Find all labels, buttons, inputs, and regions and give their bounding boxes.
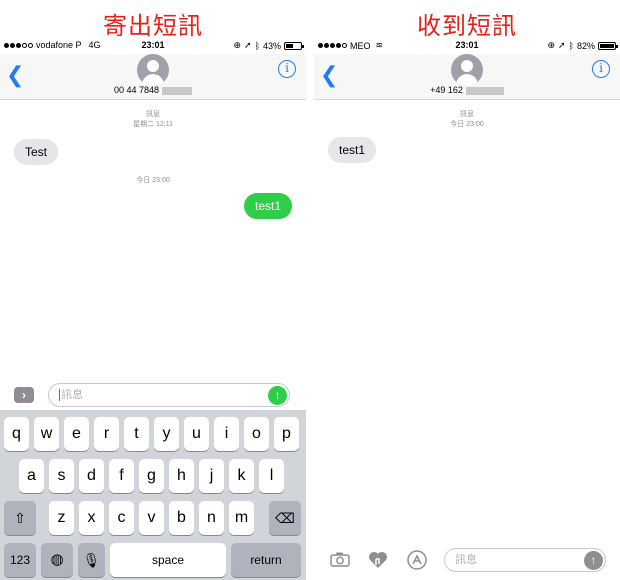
battery-percent: 43% <box>262 40 281 51</box>
key-z[interactable]: z <box>49 501 74 535</box>
bluetooth-icon: ᛒ <box>254 40 260 51</box>
timestamp-header: 訊息 今日 23:00 <box>314 110 620 130</box>
arrow-up-icon[interactable]: ↑ <box>584 551 603 570</box>
contact-number[interactable]: 00 44 7848 <box>0 85 306 95</box>
digital-touch-icon[interactable] <box>368 551 388 574</box>
timestamp-label: 訊息 <box>460 111 474 118</box>
redacted-digits <box>162 86 193 95</box>
timestamp-time: 今日 23:00 <box>450 121 484 128</box>
key-m[interactable]: m <box>229 501 254 535</box>
key-f[interactable]: f <box>109 459 134 493</box>
contact-number-text: +49 162 <box>430 85 463 95</box>
key-q[interactable]: q <box>4 417 29 451</box>
key-w[interactable]: w <box>34 417 59 451</box>
key-s[interactable]: s <box>49 459 74 493</box>
contact-number[interactable]: +49 162 <box>314 85 620 95</box>
message-placeholder: 訊息 <box>455 554 477 566</box>
key-e[interactable]: e <box>64 417 89 451</box>
globe-icon[interactable]: ◍ <box>41 543 73 577</box>
key-g[interactable]: g <box>139 459 164 493</box>
shift-icon[interactable]: ⇧ <box>4 501 36 535</box>
message-input[interactable]: 訊息 ↑ <box>48 383 290 407</box>
sender-phone-screen: vodafone P 4G 23:01 ⊕ ➚ ᛒ 43% ❮ 00 44 78… <box>0 38 306 580</box>
lock-rotation-icon: ⊕ <box>233 40 242 50</box>
info-icon[interactable]: i <box>592 60 610 78</box>
redacted-digits <box>465 86 504 95</box>
camera-icon[interactable] <box>330 551 350 572</box>
timestamp-header: 訊息 星期二 12:11 <box>0 110 306 130</box>
battery-icon <box>598 41 618 50</box>
key-d[interactable]: d <box>79 459 104 493</box>
message-placeholder: 訊息 <box>61 389 83 401</box>
key-o[interactable]: o <box>244 417 269 451</box>
key-y[interactable]: y <box>154 417 179 451</box>
sent-sms-caption: 寄出短訊 <box>103 12 203 40</box>
key-a[interactable]: a <box>19 459 44 493</box>
incoming-message-bubble[interactable]: Test <box>14 139 59 165</box>
status-bar: MEO ≋ 23:01 ⊕ ➚ ᛒ 82% <box>314 38 620 54</box>
status-bar: vodafone P 4G 23:01 ⊕ ➚ ᛒ 43% <box>0 38 306 54</box>
key-j[interactable]: j <box>199 459 224 493</box>
arrow-up-icon[interactable]: ↑ <box>268 386 287 405</box>
text-cursor <box>59 389 60 402</box>
avatar[interactable] <box>451 54 483 86</box>
key-i[interactable]: i <box>214 417 239 451</box>
on-screen-keyboard: q w e r t y u i o p a s d f g h j k l ⇧ … <box>0 410 306 580</box>
key-p[interactable]: p <box>274 417 299 451</box>
key-r[interactable]: r <box>94 417 119 451</box>
delete-icon[interactable]: ⌫ <box>269 501 301 535</box>
chevron-right-icon[interactable]: › <box>14 387 34 403</box>
key-h[interactable]: h <box>169 459 194 493</box>
battery-icon <box>284 41 304 50</box>
contact-number-text: 00 44 7848 <box>113 85 160 95</box>
key-k[interactable]: k <box>229 459 254 493</box>
message-input-bar: › 訊息 ↑ <box>0 378 306 408</box>
message-input-bar: 訊息 ↑ <box>314 548 620 578</box>
key-x[interactable]: x <box>79 501 104 535</box>
location-icon: ➚ <box>244 40 252 50</box>
receiver-phone-screen: MEO ≋ 23:01 ⊕ ➚ ᛒ 82% ❮ +49 162 i 訊息 今日 … <box>314 38 620 580</box>
avatar[interactable] <box>137 54 169 86</box>
location-icon: ➚ <box>558 40 566 50</box>
conversation-header: ❮ 00 44 7848 i <box>0 54 306 100</box>
info-icon[interactable]: i <box>278 60 296 78</box>
outgoing-message-bubble[interactable]: test1 <box>243 193 292 219</box>
numbers-key[interactable]: 123 <box>4 543 36 577</box>
app-store-icon[interactable] <box>406 550 428 575</box>
key-v[interactable]: v <box>139 501 164 535</box>
conversation-header: ❮ +49 162 i <box>314 54 620 100</box>
received-sms-caption: 收到短訊 <box>417 12 517 40</box>
battery-percent: 82% <box>576 40 595 51</box>
timestamp-label: 訊息 <box>146 111 160 118</box>
key-u[interactable]: u <box>184 417 209 451</box>
microphone-icon[interactable]: 🎙 <box>78 543 105 577</box>
return-key[interactable]: return <box>231 543 301 577</box>
incoming-message-bubble[interactable]: test1 <box>328 137 377 163</box>
space-key[interactable]: space <box>110 543 226 577</box>
timestamp-time: 星期二 12:11 <box>133 121 173 128</box>
key-t[interactable]: t <box>124 417 149 451</box>
comparison-page: 寄出短訊 收到短訊 vodafone P 4G 23:01 ⊕ ➚ ᛒ 43% … <box>0 0 620 580</box>
key-c[interactable]: c <box>109 501 134 535</box>
lock-rotation-icon: ⊕ <box>547 40 556 50</box>
message-input[interactable]: 訊息 ↑ <box>444 548 606 572</box>
key-l[interactable]: l <box>259 459 284 493</box>
bluetooth-icon: ᛒ <box>568 40 574 51</box>
key-b[interactable]: b <box>169 501 194 535</box>
timestamp-today: 今日 23:00 <box>136 177 170 184</box>
key-n[interactable]: n <box>199 501 224 535</box>
